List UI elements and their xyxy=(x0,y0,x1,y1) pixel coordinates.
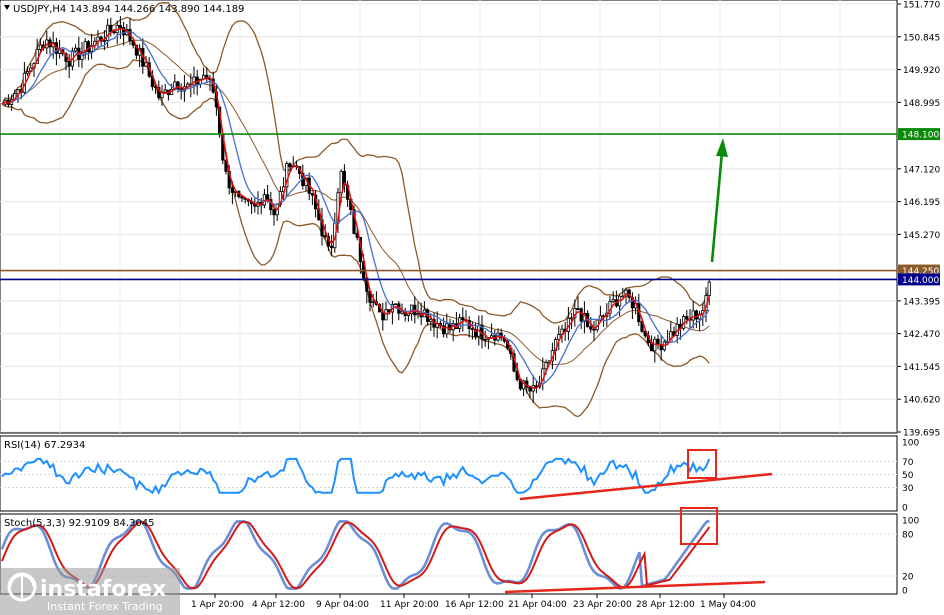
level-tag-label: 148.100 xyxy=(902,131,939,141)
time-label: 1 Apr 20:00 xyxy=(191,600,244,610)
price-panel[interactable]: 148.100144.250144.000 USDJPY,H4 143.894 … xyxy=(0,0,940,439)
candle-body xyxy=(109,24,113,32)
trading-chart[interactable]: 148.100144.250144.000 USDJPY,H4 143.894 … xyxy=(0,0,944,615)
candle-body xyxy=(685,316,689,320)
candle-body xyxy=(416,313,420,316)
price-tick-label: 148.995 xyxy=(903,99,940,109)
candle-body xyxy=(230,187,234,193)
candle-body xyxy=(707,281,711,297)
time-label: 11 Apr 20:00 xyxy=(380,600,439,610)
candle-body xyxy=(329,245,334,249)
candle-body xyxy=(323,235,327,238)
rsi-title: RSI(14) 67.2934 xyxy=(4,440,85,451)
candle-body xyxy=(195,76,199,85)
price-tick-label: 151.770 xyxy=(903,1,940,11)
candle-body xyxy=(86,41,90,52)
candle-body xyxy=(288,163,292,168)
candle-body xyxy=(579,308,583,322)
price-tick-label: 142.470 xyxy=(903,330,940,340)
rsi-tick-label: 100 xyxy=(902,439,919,449)
price-tick-label: 146.195 xyxy=(903,198,940,208)
candle-body xyxy=(384,309,388,321)
candle-body xyxy=(163,89,167,93)
price-tick-label: 145.270 xyxy=(903,231,940,241)
candle-body xyxy=(67,61,71,67)
stoch-title: Stoch(5,3,3) 92.9109 84.3045 xyxy=(4,518,155,529)
price-panel-frame xyxy=(0,0,898,434)
rsi-tick-label: 50 xyxy=(902,471,914,481)
stoch-tick-label: 80 xyxy=(902,531,914,541)
candle-body xyxy=(265,194,270,200)
price-tick-label: 149.920 xyxy=(903,66,940,76)
symbol-header: USDJPY,H4 143.894 144.266 143.890 144.18… xyxy=(4,4,244,15)
logo-tagline: Instant Forex Trading xyxy=(47,600,163,613)
candle-body xyxy=(106,24,110,41)
candle-body xyxy=(483,338,487,341)
candle-body xyxy=(576,308,580,311)
time-label: 9 Apr 04:00 xyxy=(316,600,369,610)
candle-body xyxy=(393,303,398,306)
time-label: 23 Apr 20:00 xyxy=(573,600,632,610)
stoch-tick-label: 0 xyxy=(902,587,908,597)
candle-body xyxy=(694,310,699,320)
price-tick-label: 147.120 xyxy=(903,165,940,175)
rsi-tick-label: 70 xyxy=(902,458,914,468)
candle-body xyxy=(371,301,375,304)
candle-body xyxy=(272,209,276,216)
candle-body xyxy=(38,44,43,50)
candle-body xyxy=(48,39,52,48)
price-tick-label: 150.845 xyxy=(903,33,940,43)
rsi-panel-frame xyxy=(0,435,898,512)
candle-body xyxy=(461,317,465,320)
candle-body xyxy=(611,299,615,303)
rsi-tick-label: 0 xyxy=(902,504,908,514)
time-label: 28 Apr 12:00 xyxy=(636,600,695,610)
time-label: 4 Apr 12:00 xyxy=(252,600,305,610)
logo-name: instaforex xyxy=(40,577,166,602)
candle-body xyxy=(112,31,116,34)
price-tick-label: 143.395 xyxy=(903,297,940,307)
candle-body xyxy=(74,47,78,52)
rsi-panel[interactable]: RSI(14) 67.2934 100 70 50 30 0 xyxy=(0,435,919,514)
candle-body xyxy=(102,40,106,42)
chart-title: USDJPY,H4 143.894 144.266 143.890 144.18… xyxy=(13,4,244,15)
stoch-tick-label: 20 xyxy=(902,573,914,583)
price-tick-label: 139.695 xyxy=(903,429,940,439)
candle-body xyxy=(589,326,593,330)
candle-body xyxy=(528,386,532,392)
time-label: 21 Apr 04:00 xyxy=(508,600,567,610)
price-tick-label: 141.545 xyxy=(903,363,940,373)
time-label: 1 May 04:00 xyxy=(700,600,756,610)
stoch-tick-label: 100 xyxy=(902,517,919,527)
time-label: 16 Apr 12:00 xyxy=(445,600,504,610)
instaforex-logo: instaforex Instant Forex Trading xyxy=(0,568,180,615)
rsi-tick-label: 30 xyxy=(902,484,914,494)
candle-body xyxy=(25,71,30,74)
price-tick-label: 140.620 xyxy=(903,396,940,406)
level-tag-label: 144.000 xyxy=(902,276,939,286)
candle-body xyxy=(656,338,660,345)
candle-body xyxy=(118,25,122,28)
candle-body xyxy=(691,310,695,321)
